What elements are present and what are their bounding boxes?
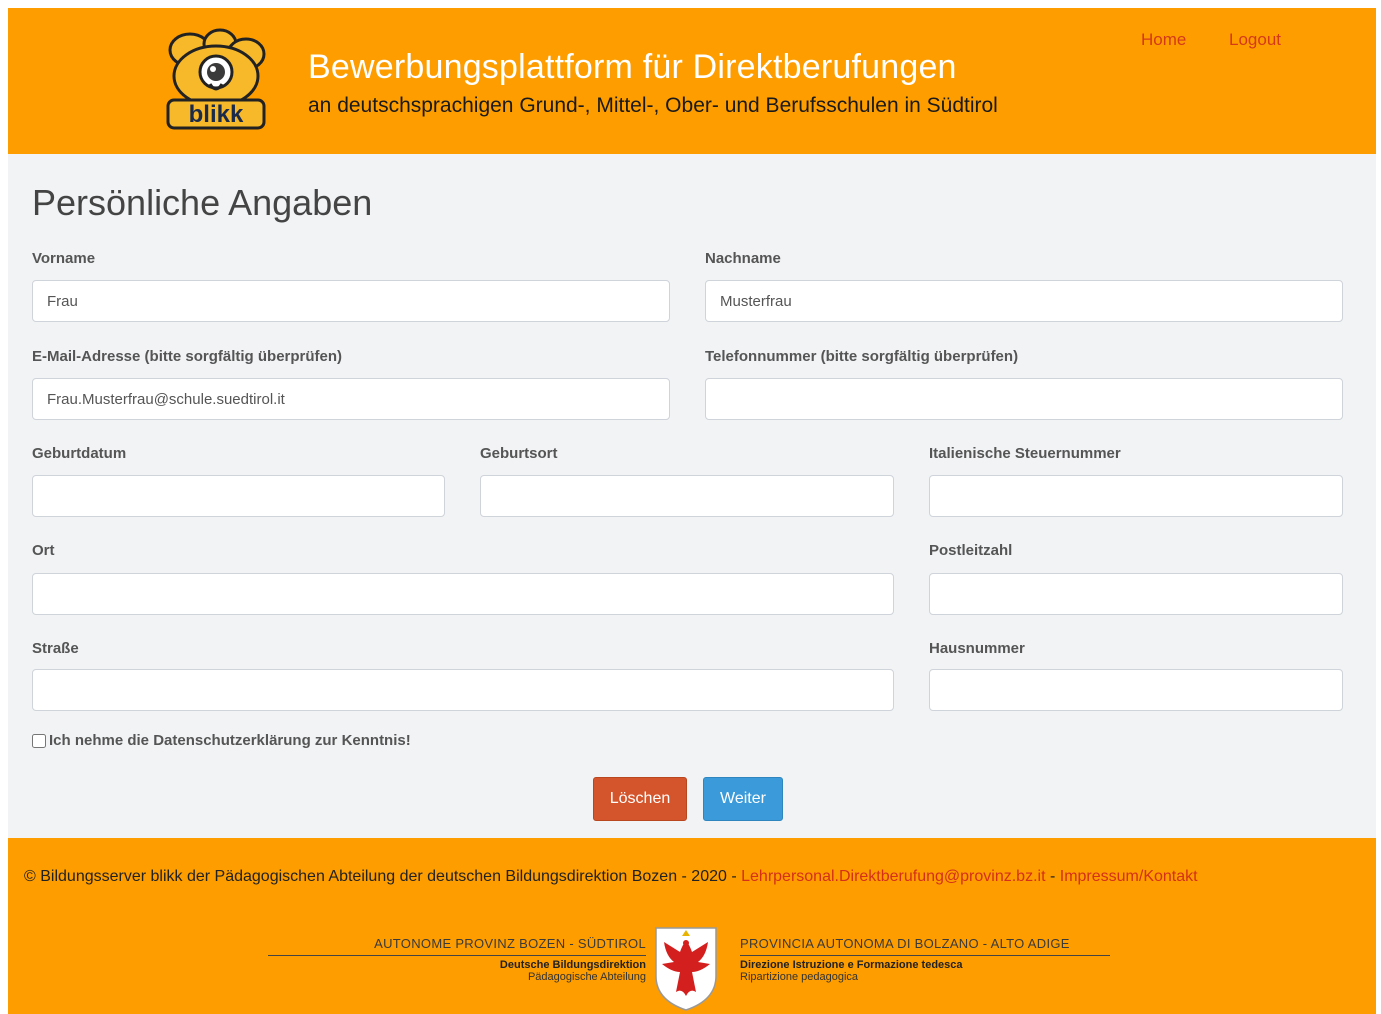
nachname-input[interactable]: [705, 280, 1343, 322]
privacy-consent-label: Ich nehme die Datenschutzerklärung zur K…: [49, 732, 411, 749]
seal-left-title: AUTONOME PROVINZ BOZEN - SÜDTIROL: [374, 936, 646, 951]
telefon-input[interactable]: [705, 378, 1343, 420]
site-header: blikk Bewerbungsplattform für Direktberu…: [8, 8, 1376, 154]
site-title: Bewerbungsplattform für Direktberufungen: [308, 48, 957, 86]
seal-left-line2: Pädagogische Abteilung: [527, 971, 646, 983]
site-subtitle: an deutschsprachigen Grund-, Mittel-, Ob…: [308, 94, 998, 117]
seal-right-rule: [740, 955, 1110, 956]
seal-right-line1: Direzione Istruzione e Formazione tedesc…: [740, 959, 963, 971]
eagle-coat-of-arms-icon: [655, 927, 717, 1011]
footer-line: © Bildungsserver blikk der Pädagogischen…: [24, 868, 1198, 886]
seal-right-line2: Ripartizione pedagogica: [740, 971, 859, 983]
geburtsdatum-input[interactable]: [32, 475, 445, 517]
seal-text-german: AUTONOME PROVINZ BOZEN - SÜDTIROL Deutsc…: [268, 936, 646, 983]
seal-right-title: PROVINCIA AUTONOMA DI BOLZANO - ALTO ADI…: [740, 936, 1070, 951]
nachname-label: Nachname: [705, 250, 781, 267]
plz-label: Postleitzahl: [929, 542, 1013, 559]
email-input[interactable]: [32, 378, 670, 420]
steuernummer-label: Italienische Steuernummer: [929, 445, 1121, 462]
blikk-logo-icon: blikk: [166, 28, 266, 130]
personal-data-form: Persönliche Angaben Vorname Nachname E-M…: [8, 154, 1376, 838]
seal-text-italian: PROVINCIA AUTONOMA DI BOLZANO - ALTO ADI…: [740, 936, 1110, 983]
footer-email-link[interactable]: Lehrpersonal.Direktberufung@provinz.bz.i…: [741, 868, 1045, 885]
privacy-consent[interactable]: Ich nehme die Datenschutzerklärung zur K…: [32, 732, 411, 749]
geburtsort-input[interactable]: [480, 475, 894, 517]
strasse-input[interactable]: [32, 669, 894, 711]
ort-label: Ort: [32, 542, 55, 559]
seal-left-rule: [268, 955, 646, 956]
page-frame: blikk Bewerbungsplattform für Direktberu…: [8, 8, 1376, 1014]
hausnummer-input[interactable]: [929, 669, 1343, 711]
delete-button[interactable]: Löschen: [593, 777, 687, 821]
vorname-input[interactable]: [32, 280, 670, 322]
footer-impressum-link[interactable]: Impressum/Kontakt: [1060, 868, 1198, 885]
hausnummer-label: Hausnummer: [929, 640, 1025, 657]
telefon-label: Telefonnummer (bitte sorgfältig überprüf…: [705, 348, 1019, 365]
page-title: Persönliche Angaben: [32, 182, 373, 223]
seal-left-line1: Deutsche Bildungsdirektion: [499, 959, 646, 971]
geburtsort-label: Geburtsort: [480, 445, 558, 462]
logo-text: blikk: [189, 101, 244, 128]
steuernummer-input[interactable]: [929, 475, 1343, 517]
plz-input[interactable]: [929, 573, 1343, 615]
nav-home-link[interactable]: Home: [1141, 30, 1186, 50]
footer-copyright: © Bildungsserver blikk der Pädagogischen…: [24, 868, 742, 885]
footer-separator: -: [1045, 868, 1060, 885]
vorname-label: Vorname: [32, 250, 96, 267]
geburtsdatum-label: Geburtdatum: [32, 445, 127, 462]
privacy-consent-checkbox[interactable]: [32, 733, 46, 748]
ort-input[interactable]: [32, 573, 894, 615]
site-footer: © Bildungsserver blikk der Pädagogischen…: [8, 838, 1376, 1014]
nav-logout-link[interactable]: Logout: [1229, 30, 1281, 50]
next-button[interactable]: Weiter: [703, 777, 783, 821]
strasse-label: Straße: [32, 640, 79, 657]
email-label: E-Mail-Adresse (bitte sorgfältig überprü…: [32, 348, 343, 365]
